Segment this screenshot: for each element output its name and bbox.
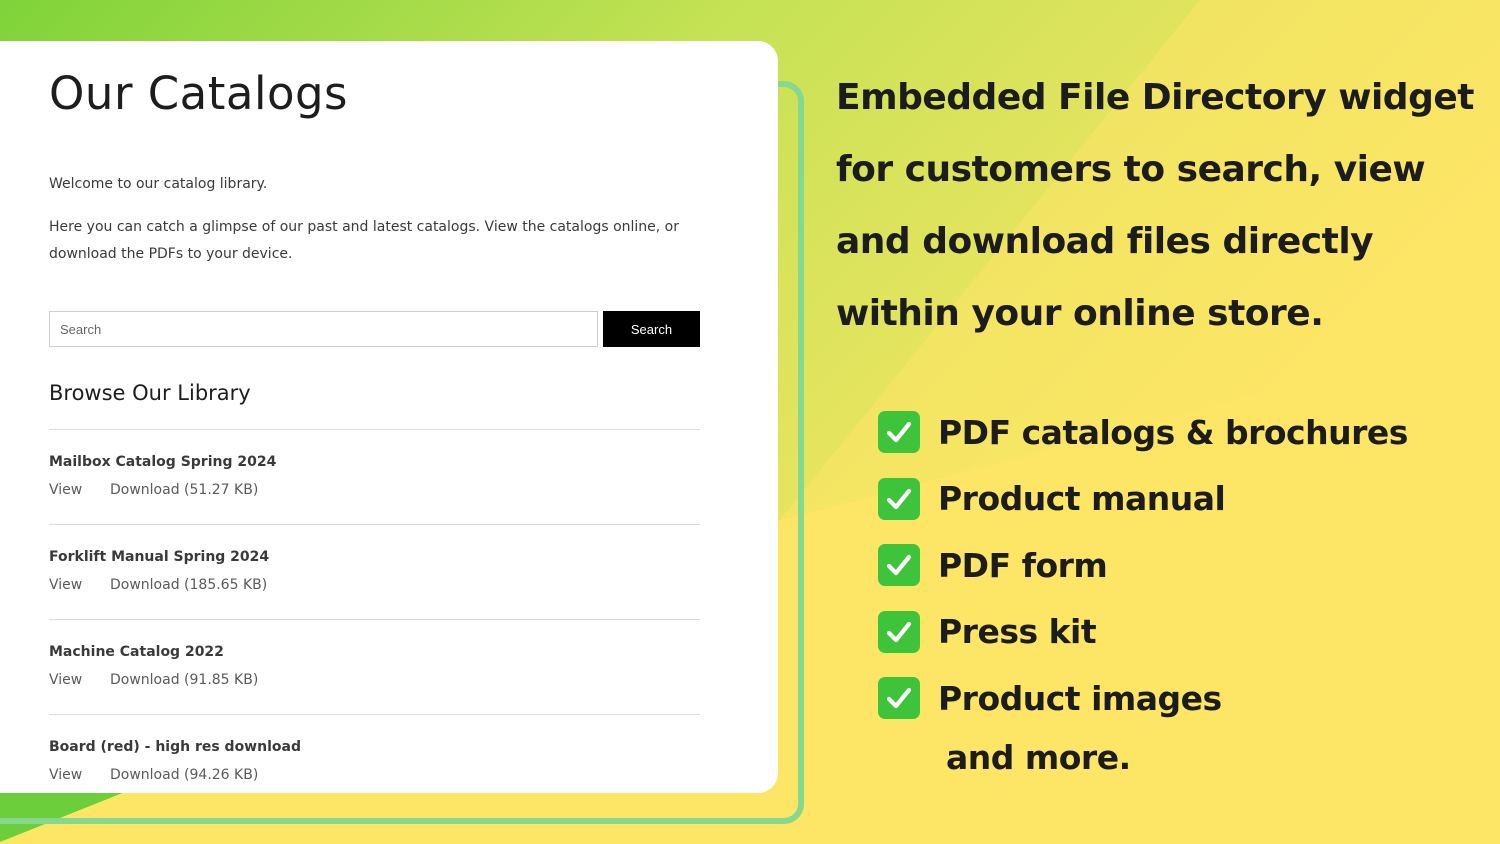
file-list: Mailbox Catalog Spring 2024 View Download… — [49, 429, 700, 793]
view-link[interactable]: View — [49, 672, 110, 688]
file-links: View Download (185.65 KB) — [49, 577, 267, 593]
and-more-text: and more. — [946, 738, 1131, 777]
headline-line: within your online store. — [836, 293, 1324, 334]
intro-text: Welcome to our catalog library. Here you… — [49, 171, 689, 284]
list-item: Machine Catalog 2022 View Download (91.85… — [49, 619, 700, 714]
list-item: Forklift Manual Spring 2024 View Download… — [49, 524, 700, 619]
file-links: View Download (91.85 KB) — [49, 672, 258, 688]
file-name: Machine Catalog 2022 — [49, 644, 224, 660]
check-mark-icon — [878, 477, 920, 520]
download-link[interactable]: Download (91.85 KB) — [110, 672, 258, 688]
intro-welcome: Welcome to our catalog library. — [49, 176, 268, 192]
file-links: View Download (94.26 KB) — [49, 767, 258, 783]
feature-label: Press kit — [938, 612, 1097, 652]
catalog-widget-card: Our Catalogs Welcome to our catalog libr… — [0, 41, 778, 793]
promo-headline: Embedded File Directory widget for custo… — [836, 62, 1476, 350]
feature-label: Product images — [938, 678, 1222, 718]
feature-label: PDF catalogs & brochures — [938, 412, 1408, 452]
intro-details: Here you can catch a glimpse of our past… — [49, 219, 680, 262]
headline-line: for customers to search, view — [836, 149, 1426, 190]
file-links: View Download (51.27 KB) — [49, 482, 258, 498]
headline-line: and download files directly — [836, 221, 1374, 262]
view-link[interactable]: View — [49, 482, 110, 498]
headline-line: Embedded File Directory widget — [836, 77, 1474, 118]
search-input[interactable] — [49, 311, 598, 347]
page-title: Our Catalogs — [49, 67, 349, 120]
list-item: Board (red) - high res download View Down… — [49, 714, 700, 793]
feature-item: Press kit — [878, 599, 1408, 666]
feature-list: PDF catalogs & brochures Product manual … — [878, 399, 1408, 732]
check-mark-icon — [878, 610, 920, 653]
browse-heading: Browse Our Library — [49, 381, 251, 405]
feature-item: Product images — [878, 665, 1408, 732]
check-mark-icon — [878, 677, 920, 720]
check-mark-icon — [878, 411, 920, 454]
file-name: Board (red) - high res download — [49, 739, 301, 755]
feature-item: Product manual — [878, 466, 1408, 533]
file-name: Mailbox Catalog Spring 2024 — [49, 454, 277, 470]
feature-label: Product manual — [938, 479, 1226, 519]
download-link[interactable]: Download (51.27 KB) — [110, 482, 258, 498]
feature-item: PDF form — [878, 532, 1408, 599]
download-link[interactable]: Download (94.26 KB) — [110, 767, 258, 783]
feature-label: PDF form — [938, 545, 1108, 585]
list-item: Mailbox Catalog Spring 2024 View Download… — [49, 429, 700, 524]
file-name: Forklift Manual Spring 2024 — [49, 549, 270, 565]
view-link[interactable]: View — [49, 577, 110, 593]
check-mark-icon — [878, 544, 920, 587]
search-button[interactable]: Search — [603, 311, 700, 347]
view-link[interactable]: View — [49, 767, 110, 783]
download-link[interactable]: Download (185.65 KB) — [110, 577, 267, 593]
feature-item: PDF catalogs & brochures — [878, 399, 1408, 466]
